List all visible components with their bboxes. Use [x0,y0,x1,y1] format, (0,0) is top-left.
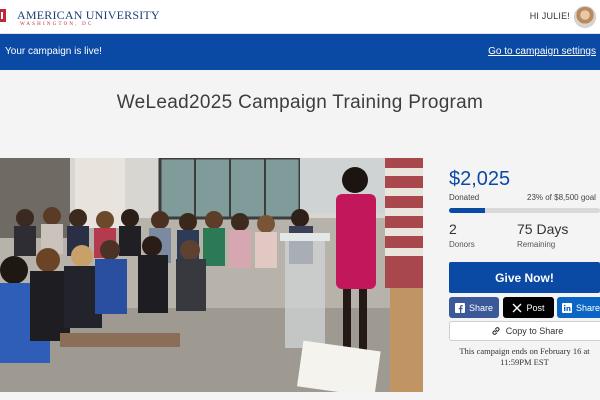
share-x-button[interactable]: Post [503,297,554,318]
user-greeting[interactable]: HI JULIE! [530,11,570,21]
donated-label: Donated [449,193,480,202]
x-icon [512,303,522,312]
facebook-icon [454,302,465,313]
days-remaining-value: 75 Days [517,221,569,237]
link-icon [492,327,500,335]
logo-subtext: WASHINGTON, DC [20,22,94,27]
logo-text: AMERICAN UNIVERSITY [17,8,160,22]
page-title: WeLead2025 Campaign Training Program [116,92,484,113]
amount-raised: $2,025 [449,168,511,190]
linkedin-icon [561,302,572,313]
give-now-button[interactable]: Give Now! [449,262,600,293]
goal-percent-label: 23% of $8,500 goal [527,193,596,202]
copy-to-share-button[interactable]: Copy to Share [449,321,600,341]
days-remaining-label: Remaining [517,240,556,249]
campaign-photo [0,158,423,392]
copy-to-share-label: Copy to Share [505,326,564,336]
share-x-label: Post [526,302,545,313]
progress-fill [449,208,485,213]
banner-message: Your campaign is live! [5,46,102,57]
campaign-end-notice: This campaign ends on February 16 at 11:… [459,346,590,367]
campaign-settings-link[interactable]: Go to campaign settings [488,46,596,57]
share-facebook-label: Share [468,302,494,313]
status-banner: Your campaign is live! Go to campaign se… [0,34,600,70]
progress-bar [449,208,600,213]
university-shield-icon [0,9,6,22]
avatar[interactable] [574,6,596,28]
share-linkedin-label: Share [575,302,600,313]
share-facebook-button[interactable]: Share [449,297,499,318]
donors-label: Donors [449,240,475,249]
donors-count: 2 [449,221,457,237]
top-navigation: AMERICAN UNIVERSITY WASHINGTON, DC HI JU… [0,0,600,34]
share-linkedin-button[interactable]: Share [557,297,600,318]
